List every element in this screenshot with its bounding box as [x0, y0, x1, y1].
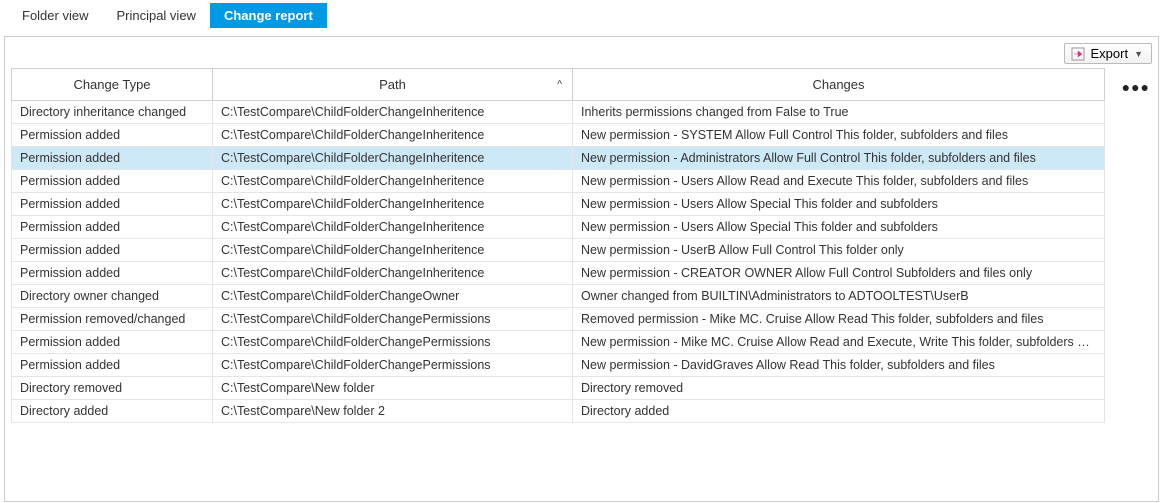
cell-change-type: Permission added [12, 124, 213, 147]
cell-changes: New permission - SYSTEM Allow Full Contr… [573, 124, 1105, 147]
chevron-down-icon: ▼ [1134, 49, 1143, 59]
overflow-dots[interactable]: ●●● [1122, 79, 1150, 95]
view-tabs: Folder view Principal view Change report [0, 0, 1163, 30]
table-row[interactable]: Directory owner changedC:\TestCompare\Ch… [12, 285, 1105, 308]
table-row[interactable]: Permission addedC:\TestCompare\ChildFold… [12, 193, 1105, 216]
table-wrapper: Change Type Path ^ Changes Directory inh… [5, 68, 1158, 501]
tab-folder-view[interactable]: Folder view [8, 3, 102, 28]
table-row[interactable]: Permission addedC:\TestCompare\ChildFold… [12, 262, 1105, 285]
cell-change-type: Permission added [12, 216, 213, 239]
cell-changes: New permission - UserB Allow Full Contro… [573, 239, 1105, 262]
table-row[interactable]: Permission addedC:\TestCompare\ChildFold… [12, 216, 1105, 239]
cell-change-type: Permission added [12, 239, 213, 262]
cell-path: C:\TestCompare\New folder [213, 377, 573, 400]
col-header-label: Change Type [73, 77, 150, 92]
export-label: Export [1091, 46, 1129, 61]
cell-changes: Inherits permissions changed from False … [573, 101, 1105, 124]
cell-path: C:\TestCompare\ChildFolderChangePermissi… [213, 354, 573, 377]
sort-asc-icon: ^ [557, 79, 562, 90]
cell-change-type: Directory added [12, 400, 213, 423]
col-header-label: Path [379, 77, 406, 92]
table-row[interactable]: Permission addedC:\TestCompare\ChildFold… [12, 124, 1105, 147]
cell-changes: Directory removed [573, 377, 1105, 400]
table-row[interactable]: Permission addedC:\TestCompare\ChildFold… [12, 354, 1105, 377]
cell-path: C:\TestCompare\ChildFolderChangePermissi… [213, 331, 573, 354]
cell-change-type: Permission removed/changed [12, 308, 213, 331]
export-icon [1071, 47, 1085, 61]
cell-path: C:\TestCompare\ChildFolderChangeInherite… [213, 216, 573, 239]
cell-path: C:\TestCompare\ChildFolderChangeInherite… [213, 101, 573, 124]
table-row[interactable]: Directory addedC:\TestCompare\New folder… [12, 400, 1105, 423]
change-report-table: Change Type Path ^ Changes Directory inh… [11, 68, 1105, 423]
export-button[interactable]: Export ▼ [1064, 43, 1153, 64]
cell-change-type: Directory inheritance changed [12, 101, 213, 124]
table-row[interactable]: Directory removedC:\TestCompare\New fold… [12, 377, 1105, 400]
report-panel: Export ▼ ●●● Change Type Path ^ [4, 36, 1159, 502]
table-row[interactable]: Permission addedC:\TestCompare\ChildFold… [12, 331, 1105, 354]
cell-path: C:\TestCompare\ChildFolderChangeInherite… [213, 239, 573, 262]
col-header-change-type[interactable]: Change Type [12, 69, 213, 101]
table-row[interactable]: Permission addedC:\TestCompare\ChildFold… [12, 239, 1105, 262]
cell-changes: New permission - Users Allow Read and Ex… [573, 170, 1105, 193]
cell-changes: New permission - Administrators Allow Fu… [573, 147, 1105, 170]
tab-principal-view[interactable]: Principal view [102, 3, 209, 28]
cell-changes: New permission - Users Allow Special Thi… [573, 193, 1105, 216]
cell-change-type: Permission added [12, 147, 213, 170]
cell-change-type: Permission added [12, 262, 213, 285]
cell-changes: Removed permission - Mike MC. Cruise All… [573, 308, 1105, 331]
table-row[interactable]: Permission addedC:\TestCompare\ChildFold… [12, 147, 1105, 170]
cell-path: C:\TestCompare\ChildFolderChangeOwner [213, 285, 573, 308]
cell-change-type: Directory owner changed [12, 285, 213, 308]
cell-path: C:\TestCompare\ChildFolderChangeInherite… [213, 170, 573, 193]
cell-path: C:\TestCompare\New folder 2 [213, 400, 573, 423]
cell-change-type: Permission added [12, 354, 213, 377]
cell-change-type: Permission added [12, 193, 213, 216]
cell-changes: New permission - Mike MC. Cruise Allow R… [573, 331, 1105, 354]
cell-change-type: Permission added [12, 170, 213, 193]
cell-path: C:\TestCompare\ChildFolderChangePermissi… [213, 308, 573, 331]
cell-path: C:\TestCompare\ChildFolderChangeInherite… [213, 193, 573, 216]
col-header-changes[interactable]: Changes [573, 69, 1105, 101]
cell-change-type: Directory removed [12, 377, 213, 400]
tab-change-report[interactable]: Change report [210, 3, 327, 28]
table-row[interactable]: Permission removed/changedC:\TestCompare… [12, 308, 1105, 331]
cell-changes: New permission - Users Allow Special Thi… [573, 216, 1105, 239]
table-row[interactable]: Permission addedC:\TestCompare\ChildFold… [12, 170, 1105, 193]
toolbar: Export ▼ [5, 37, 1158, 68]
cell-changes: New permission - DavidGraves Allow Read … [573, 354, 1105, 377]
col-header-label: Changes [812, 77, 864, 92]
col-header-path[interactable]: Path ^ [213, 69, 573, 101]
cell-changes: Directory added [573, 400, 1105, 423]
cell-path: C:\TestCompare\ChildFolderChangeInherite… [213, 147, 573, 170]
cell-path: C:\TestCompare\ChildFolderChangeInherite… [213, 124, 573, 147]
table-row[interactable]: Directory inheritance changedC:\TestComp… [12, 101, 1105, 124]
cell-changes: Owner changed from BUILTIN\Administrator… [573, 285, 1105, 308]
cell-path: C:\TestCompare\ChildFolderChangeInherite… [213, 262, 573, 285]
cell-changes: New permission - CREATOR OWNER Allow Ful… [573, 262, 1105, 285]
cell-change-type: Permission added [12, 331, 213, 354]
